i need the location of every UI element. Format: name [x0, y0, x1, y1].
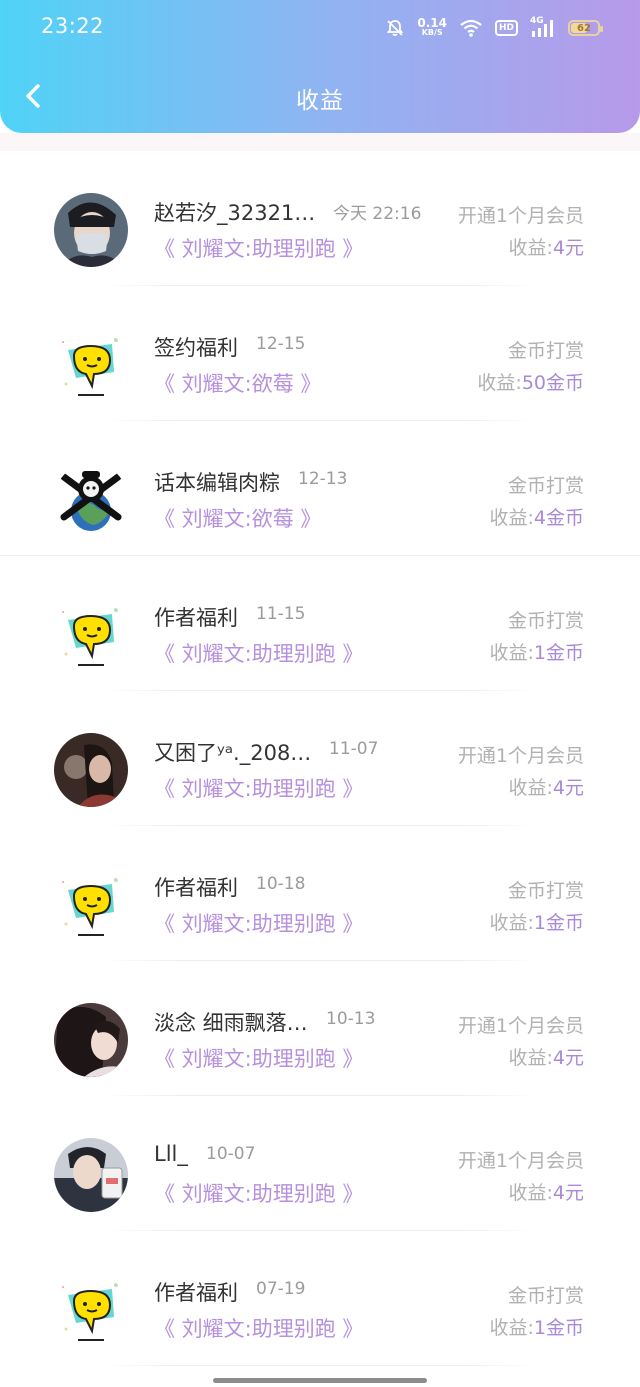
network-speed: 0.14 KB/S	[417, 16, 447, 37]
book-title-link[interactable]: 《 刘耀文:助理别跑 》	[154, 233, 363, 263]
income-value: 1金币	[533, 642, 584, 664]
avatar[interactable]	[54, 463, 128, 537]
income-type: 金币打赏	[507, 475, 584, 497]
income-list-item[interactable]: Lll_ 10-07 开通1个月会员《 刘耀文:助理别跑 》 收益:4元	[0, 1096, 640, 1231]
user-name: 作者福利	[154, 1281, 238, 1305]
income-type: 开通1个月会员	[457, 1150, 584, 1172]
user-name: 作者福利	[154, 606, 238, 630]
income-type: 开通1个月会员	[457, 1015, 584, 1037]
user-name: 签约福利	[154, 336, 238, 360]
income-list-item[interactable]: 作者福利 10-18 金币打赏《 刘耀文:助理别跑 》 收益:1金币	[0, 826, 640, 961]
income-amount: 收益:1金币	[490, 1313, 585, 1340]
item-date: 12-15	[256, 334, 306, 354]
income-amount: 收益:4元	[509, 233, 585, 260]
income-amount: 收益:4元	[509, 773, 585, 800]
user-name: Lll_	[154, 1142, 188, 1166]
income-label: 收益:	[489, 642, 534, 664]
income-value: 4元	[552, 237, 584, 259]
income-value: 4元	[552, 777, 584, 799]
income-label: 收益:	[477, 372, 522, 394]
status-time: 23:22	[41, 14, 105, 38]
income-label: 收益:	[508, 237, 553, 259]
item-date: 11-15	[256, 604, 306, 624]
income-list: 赵若汐_32321… 今天 22:16 开通1个月会员《 刘耀文:助理别跑 》收益:…	[0, 151, 640, 1366]
income-label: 收益:	[489, 912, 534, 934]
user-name: 又困了ʸᵃ._208…	[154, 741, 312, 765]
item-date: 今天 22:16	[333, 204, 422, 224]
income-type: 金币打赏	[507, 610, 584, 632]
income-list-item[interactable]: 又困了ʸᵃ._208… 11-07 开通1个月会员《 刘耀文:助理别跑 》 收益:4元	[0, 691, 640, 826]
income-value: 4元	[552, 1182, 584, 1204]
avatar[interactable]	[54, 598, 128, 672]
income-amount: 收益:4元	[509, 1043, 585, 1070]
book-title-link[interactable]: 《 刘耀文:助理别跑 》	[154, 1313, 363, 1343]
book-title-link[interactable]: 《 刘耀文:助理别跑 》	[154, 1043, 363, 1073]
item-date: 10-07	[206, 1144, 256, 1164]
income-type: 金币打赏	[507, 340, 584, 362]
battery-icon: 62	[568, 20, 603, 36]
avatar[interactable]	[54, 733, 128, 807]
income-type: 金币打赏	[507, 880, 584, 902]
user-name: 话本编辑肉粽	[154, 471, 280, 495]
income-list-item[interactable]: 作者福利 11-15 金币打赏《 刘耀文:助理别跑 》 收益:1金币	[0, 556, 640, 691]
income-label: 收益:	[489, 507, 534, 529]
income-list-item[interactable]: 话本编辑肉粽 12-13 金币打赏《 刘耀文:欲莓 》 收益:4金币	[0, 421, 640, 556]
item-date: 10-18	[256, 874, 306, 894]
user-name: 作者福利	[154, 876, 238, 900]
avatar[interactable]	[54, 1273, 128, 1347]
header-spacer	[0, 133, 640, 151]
avatar[interactable]	[54, 328, 128, 402]
avatar[interactable]	[54, 1003, 128, 1077]
item-date: 07-19	[256, 1279, 306, 1299]
wifi-icon	[460, 19, 482, 37]
income-list-item[interactable]: 赵若汐_32321… 今天 22:16 开通1个月会员《 刘耀文:助理别跑 》 收益:…	[0, 151, 640, 286]
income-value: 50金币	[521, 372, 584, 394]
bell-off-icon	[387, 20, 404, 37]
income-list-item[interactable]: 作者福利 07-19 金币打赏《 刘耀文:助理别跑 》 收益:1金币	[0, 1231, 640, 1366]
user-name: 淡念 细雨飘落…	[154, 1011, 308, 1035]
income-type: 开通1个月会员	[457, 745, 584, 767]
signal-icon: 4G	[530, 16, 556, 38]
hd-badge: HD	[494, 20, 518, 36]
income-amount: 收益:50金币	[477, 368, 584, 395]
page-title: 收益	[296, 88, 344, 114]
avatar[interactable]	[54, 868, 128, 942]
income-amount: 收益:1金币	[490, 908, 585, 935]
income-amount: 收益:1金币	[490, 638, 585, 665]
income-label: 收益:	[489, 1317, 534, 1339]
status-icons: 0.14 KB/S HD 4G 62	[385, 14, 603, 42]
book-title-link[interactable]: 《 刘耀文:助理别跑 》	[154, 773, 363, 803]
app-header: 23:22 0.14 KB/S HD 4G 62 收益	[0, 0, 640, 133]
item-date: 12-13	[298, 469, 348, 489]
income-value: 1金币	[533, 912, 584, 934]
item-date: 11-07	[329, 739, 379, 759]
item-date: 10-13	[326, 1009, 376, 1029]
income-list-item[interactable]: 签约福利 12-15 金币打赏《 刘耀文:欲莓 》 收益:50金币	[0, 286, 640, 421]
income-value: 1金币	[533, 1317, 584, 1339]
book-title-link[interactable]: 《 刘耀文:助理别跑 》	[154, 638, 363, 668]
book-title-link[interactable]: 《 刘耀文:助理别跑 》	[154, 908, 363, 938]
income-amount: 收益:4金币	[490, 503, 585, 530]
income-label: 收益:	[508, 1182, 553, 1204]
income-value: 4金币	[533, 507, 584, 529]
income-type: 金币打赏	[507, 1285, 584, 1307]
income-list-item[interactable]: 淡念 细雨飘落… 10-13 开通1个月会员《 刘耀文:助理别跑 》 收益:4元	[0, 961, 640, 1096]
avatar[interactable]	[54, 1138, 128, 1212]
income-label: 收益:	[508, 1047, 553, 1069]
book-title-link[interactable]: 《 刘耀文:欲莓 》	[154, 503, 321, 533]
income-type: 开通1个月会员	[457, 205, 584, 227]
user-name: 赵若汐_32321…	[154, 201, 316, 225]
avatar[interactable]	[54, 193, 128, 267]
book-title-link[interactable]: 《 刘耀文:助理别跑 》	[154, 1178, 363, 1208]
divider	[100, 1365, 540, 1366]
income-label: 收益:	[508, 777, 553, 799]
book-title-link[interactable]: 《 刘耀文:欲莓 》	[154, 368, 321, 398]
home-indicator[interactable]	[213, 1378, 427, 1383]
income-amount: 收益:4元	[509, 1178, 585, 1205]
income-value: 4元	[552, 1047, 584, 1069]
